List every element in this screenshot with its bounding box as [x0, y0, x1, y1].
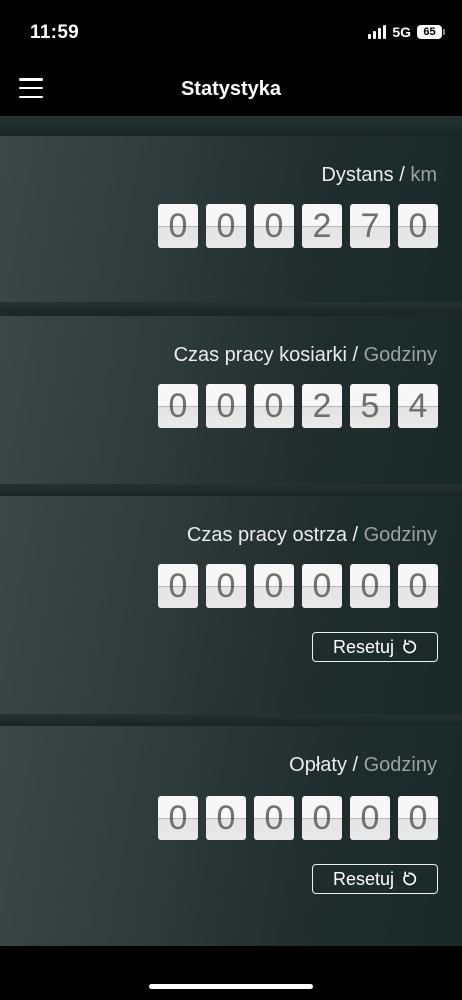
- panel-label: Czas pracy ostrza: [186, 524, 347, 546]
- counter-digit: 4: [398, 384, 438, 428]
- counter-digit: 0: [302, 796, 342, 840]
- reset-button-label: Resetuj: [332, 868, 395, 889]
- counter-digit: 5: [350, 384, 390, 428]
- counter-digit: 2: [302, 384, 342, 428]
- stats-content: Dystans / km 0 0 0 2 7 0 Czas pracy kosi…: [0, 116, 462, 1000]
- signal-icon: [368, 25, 387, 39]
- panel-unit: Godziny: [363, 524, 437, 546]
- blade-time-counter: 0 0 0 0 0 0: [158, 564, 438, 608]
- fees-title: Opłaty / Godziny: [289, 754, 437, 777]
- blade-reset-button[interactable]: Resetuj: [312, 632, 438, 662]
- fees-counter: 0 0 0 0 0 0: [158, 796, 438, 840]
- counter-digit: 0: [206, 204, 246, 248]
- counter-digit: 0: [158, 564, 198, 608]
- counter-digit: 0: [254, 384, 294, 428]
- counter-digit: 0: [350, 796, 390, 840]
- reset-icon: [403, 871, 417, 886]
- panel-unit: km: [410, 164, 437, 186]
- status-bar: 11:59 5G 65: [0, 0, 462, 62]
- panel-separator: /: [346, 524, 364, 546]
- counter-digit: 0: [206, 564, 246, 608]
- mower-time-title: Czas pracy kosiarki / Godziny: [174, 344, 437, 367]
- counter-digit: 2: [302, 204, 342, 248]
- mower-time-panel: Czas pracy kosiarki / Godziny 0 0 0 2 5 …: [0, 316, 462, 484]
- home-indicator[interactable]: [149, 984, 313, 989]
- panel-separator: /: [393, 164, 411, 186]
- counter-digit: 0: [398, 204, 438, 248]
- counter-digit: 0: [158, 796, 198, 840]
- divider: [0, 714, 462, 726]
- distance-panel: Dystans / km 0 0 0 2 7 0: [0, 136, 462, 302]
- counter-digit: 0: [254, 796, 294, 840]
- divider: [0, 484, 462, 496]
- divider: [0, 302, 462, 316]
- fees-reset-button[interactable]: Resetuj: [312, 864, 438, 894]
- status-time: 11:59: [30, 22, 80, 43]
- reset-icon: [403, 639, 417, 654]
- counter-digit: 0: [398, 796, 438, 840]
- mower-time-counter: 0 0 0 2 5 4: [158, 384, 438, 428]
- panel-label: Dystans: [321, 164, 394, 186]
- bottom-area: [0, 946, 462, 1000]
- counter-digit: 0: [158, 204, 198, 248]
- counter-digit: 0: [398, 564, 438, 608]
- status-indicators: 5G 65: [368, 24, 445, 40]
- counter-digit: 0: [254, 564, 294, 608]
- nav-bar: Statystyka: [0, 62, 462, 116]
- counter-digit: 0: [206, 796, 246, 840]
- panel-unit: Godziny: [363, 754, 437, 776]
- battery-icon: 65: [417, 25, 445, 39]
- panel-separator: /: [346, 344, 364, 366]
- blade-time-panel: Czas pracy ostrza / Godziny 0 0 0 0 0 0 …: [0, 496, 462, 714]
- fees-panel: Opłaty / Godziny 0 0 0 0 0 0 Resetuj: [0, 726, 462, 946]
- battery-level: 65: [423, 26, 436, 38]
- counter-digit: 0: [254, 204, 294, 248]
- counter-digit: 0: [350, 564, 390, 608]
- panel-label: Czas pracy kosiarki: [173, 344, 347, 366]
- counter-digit: 0: [206, 384, 246, 428]
- network-type: 5G: [392, 24, 411, 40]
- counter-digit: 0: [158, 384, 198, 428]
- distance-counter: 0 0 0 2 7 0: [158, 204, 438, 248]
- blade-time-title: Czas pracy ostrza / Godziny: [187, 524, 437, 547]
- counter-digit: 7: [350, 204, 390, 248]
- panel-unit: Godziny: [363, 344, 437, 366]
- page-title: Statystyka: [180, 78, 282, 100]
- panel-separator: /: [346, 754, 364, 776]
- reset-button-label: Resetuj: [332, 636, 395, 657]
- distance-title: Dystans / km: [321, 164, 437, 187]
- divider: [0, 116, 462, 136]
- panel-label: Opłaty: [289, 754, 347, 776]
- counter-digit: 0: [302, 564, 342, 608]
